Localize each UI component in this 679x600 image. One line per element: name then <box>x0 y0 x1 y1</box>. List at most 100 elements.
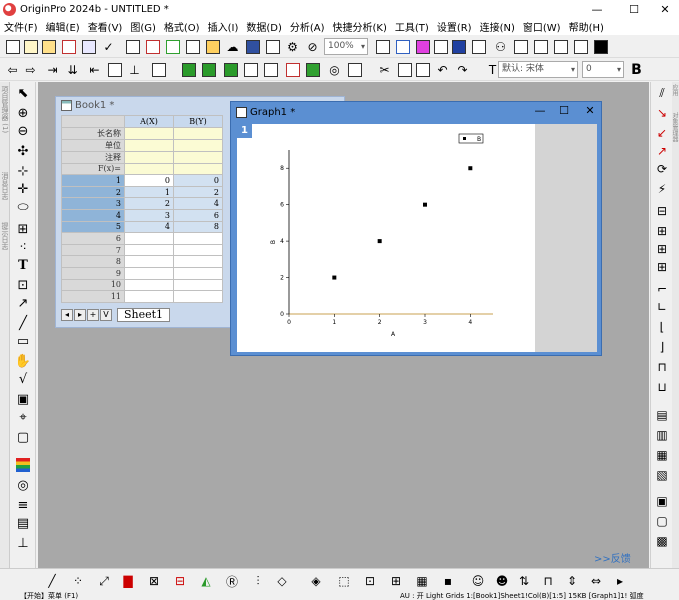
disk-icon[interactable]: ◎ <box>326 61 343 78</box>
area-plot-icon[interactable]: ◭ <box>198 573 214 589</box>
set-column-icon[interactable] <box>106 61 123 78</box>
save-template-icon[interactable] <box>264 38 281 55</box>
mark-icon[interactable] <box>180 61 197 78</box>
axis-box-icon[interactable]: ⊓ <box>653 358 671 376</box>
graph-close-button[interactable]: ✕ <box>581 104 599 120</box>
cloud-icon[interactable]: ☁ <box>224 38 241 55</box>
menu-window[interactable]: 窗口(W) <box>519 19 565 34</box>
vector-icon[interactable]: ⇅ <box>516 573 532 589</box>
stock-plot-icon[interactable]: ⫶ <box>250 573 266 589</box>
meta-cell[interactable] <box>124 138 174 152</box>
save-icon[interactable] <box>244 38 261 55</box>
cell-a[interactable] <box>124 232 174 245</box>
stat-plot-icon[interactable]: ⊠ <box>146 573 162 589</box>
align-left-icon[interactable]: ▤ <box>653 406 671 424</box>
pan-icon[interactable]: ✣ <box>14 142 32 160</box>
meta-label-formula[interactable]: F(x)= <box>61 162 125 176</box>
minimize-button[interactable]: — <box>582 0 612 18</box>
menu-connect[interactable]: 连接(N) <box>476 19 519 34</box>
line-symbol-icon[interactable]: ⤢ <box>96 573 112 589</box>
meta-label-long-name[interactable]: 长名称 <box>61 126 125 140</box>
object-manager-tab[interactable]: 对象管理器 <box>671 112 679 142</box>
cell-a[interactable] <box>124 266 174 280</box>
new-workbook-icon[interactable] <box>22 38 39 55</box>
circle-tool-icon[interactable]: ◎ <box>14 476 32 494</box>
font-size-combo[interactable]: 0 ▾ <box>582 61 624 78</box>
meta-label-units[interactable]: 单位 <box>61 138 125 152</box>
more-plots-icon[interactable]: ▸ <box>612 573 628 589</box>
row-header[interactable]: 1 <box>61 174 125 187</box>
cell-b[interactable] <box>173 290 223 303</box>
worksheet-grid[interactable]: A(X) B(Y) 长名称 单位 注释 F(x)= 1 0 0 2 1 2 3 … <box>61 115 223 303</box>
menu-edit[interactable]: 编辑(E) <box>42 19 84 34</box>
message-log-tab[interactable]: 消息日志 <box>0 172 10 200</box>
cell-b[interactable]: 4 <box>173 197 223 210</box>
ternary-plot-icon[interactable]: ◇ <box>274 573 290 589</box>
row-header[interactable]: 11 <box>61 290 125 303</box>
draw-data-icon[interactable]: ⌖ <box>14 408 32 426</box>
row-header[interactable]: 5 <box>61 220 125 234</box>
line-tool-icon[interactable]: ╱ <box>14 314 32 332</box>
menu-view[interactable]: 查看(V) <box>84 19 127 34</box>
project-explorer-icon[interactable]: ⚇ <box>492 38 509 55</box>
scatter-select-icon[interactable]: ⁖ <box>14 238 32 256</box>
menu-quick-analysis[interactable]: 快捷分析(K) <box>329 19 391 34</box>
print-icon[interactable] <box>374 38 391 55</box>
font-combo[interactable]: 默认: 宋体 ▾ <box>498 61 578 78</box>
recalculate-icon[interactable]: ⚙ <box>284 38 301 55</box>
menu-data[interactable]: 数据(D) <box>242 19 286 34</box>
results-log-icon[interactable] <box>512 38 529 55</box>
layer-grid-icon[interactable]: ⊞ <box>653 240 671 258</box>
back-arrow-icon[interactable]: ⇦ <box>4 61 21 78</box>
axis-bottom-icon[interactable]: ∟ <box>653 298 671 316</box>
close-button[interactable]: ✕ <box>650 0 679 18</box>
axis-left-icon[interactable]: ⌊ <box>653 318 671 336</box>
axis-top-icon[interactable]: ⌐ <box>653 280 671 298</box>
meta-cell[interactable] <box>124 150 174 164</box>
graph-minimize-button[interactable]: — <box>531 104 549 120</box>
text-icon[interactable]: T <box>14 256 32 274</box>
box-plot-icon[interactable]: ⊟ <box>172 573 188 589</box>
annotation-icon[interactable]: ⊡ <box>14 276 32 294</box>
grid-corner[interactable] <box>61 115 125 128</box>
row-header[interactable]: 10 <box>61 278 125 292</box>
menu-tools[interactable]: 工具(T) <box>391 19 433 34</box>
theme-icon[interactable]: ☺ <box>470 573 486 589</box>
cell-b[interactable]: 8 <box>173 220 223 234</box>
rectangle-tool-icon[interactable]: ▭ <box>14 332 32 350</box>
add-sheet-button[interactable]: + <box>87 309 99 321</box>
cell-a[interactable] <box>124 278 174 292</box>
column-header-a[interactable]: A(X) <box>124 115 174 128</box>
row-header[interactable]: 3 <box>61 197 125 210</box>
distribute-icon[interactable]: ▧ <box>653 466 671 484</box>
menu-graph[interactable]: 图(G) <box>126 19 160 34</box>
line-plot-icon[interactable]: ╱ <box>44 573 60 589</box>
cut-icon[interactable]: ✂ <box>376 61 393 78</box>
feedback-link[interactable]: >>反馈 <box>594 550 631 565</box>
row-header[interactable]: 6 <box>61 232 125 245</box>
equation-icon[interactable]: √ <box>14 370 32 388</box>
add-layer-icon[interactable]: ⊟ <box>653 202 671 220</box>
merge-icon[interactable] <box>284 61 301 78</box>
cell-a[interactable] <box>124 290 174 303</box>
bold-button[interactable]: B <box>628 61 645 78</box>
refresh-graph-icon[interactable]: ⟳ <box>653 160 671 178</box>
open-icon[interactable] <box>204 38 221 55</box>
cell-b[interactable]: 6 <box>173 208 223 222</box>
sheet-list-button[interactable]: V <box>100 309 112 321</box>
template-icon[interactable]: ▪ <box>440 573 456 589</box>
scatter-plot[interactable]: 0 1 2 3 4 0 2 4 6 8 A B B <box>237 124 535 352</box>
meta-cell[interactable] <box>173 162 223 176</box>
menu-help[interactable]: 帮助(H) <box>565 19 608 34</box>
color-bar-icon[interactable] <box>14 456 32 474</box>
heatmap-icon[interactable]: ▦ <box>414 573 430 589</box>
layer-stack-icon[interactable]: ⊞ <box>653 258 671 276</box>
screen-reader-icon[interactable]: ✛ <box>14 180 32 198</box>
cell-b[interactable] <box>173 266 223 280</box>
row-header[interactable]: 4 <box>61 208 125 222</box>
group-icon[interactable]: ▣ <box>653 492 671 510</box>
meta-cell[interactable] <box>124 162 174 176</box>
sheet-tab-sheet1[interactable]: Sheet1 <box>117 308 171 322</box>
arrange-plot-icon[interactable]: ⇔ <box>588 573 604 589</box>
cell-a[interactable]: 2 <box>124 197 174 210</box>
